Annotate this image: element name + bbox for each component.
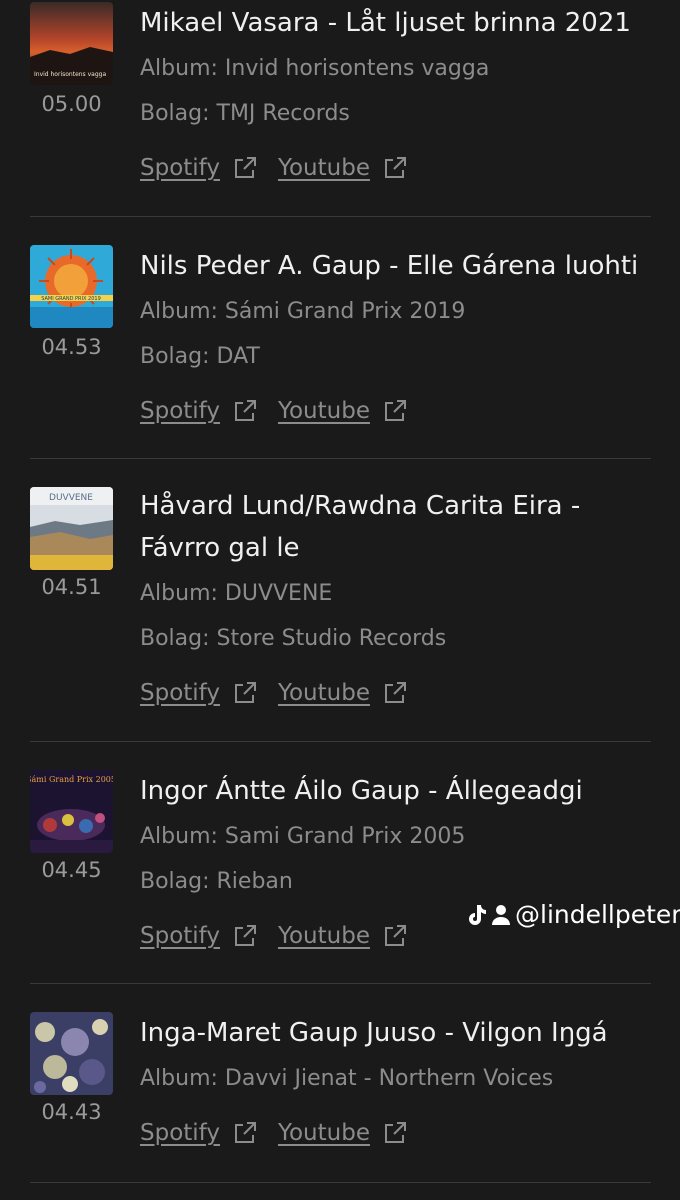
track-label: Bolag: TMJ Records (140, 101, 350, 126)
track-duration: 05.00 (41, 92, 102, 116)
cover-text: Invid horisontens vagga (34, 71, 106, 78)
track-item: SAMI GRAND PRIX 2019 04.53 Nils Peder A.… (0, 243, 680, 459)
track-title-line-1: Håvard Lund/Rawdna Carita Eira - (140, 491, 581, 521)
external-link-icon[interactable] (382, 1120, 408, 1146)
youtube-link[interactable]: Youtube (278, 680, 370, 706)
track-item: 04.43 Inga-Maret Gaup Juuso - Vilgon Iŋg… (0, 1010, 680, 1190)
cover-text: DUVVENE (49, 493, 93, 503)
divider (30, 1182, 651, 1183)
track-title: Inga-Maret Gaup Juuso - Vilgon Iŋgá (140, 1018, 608, 1048)
album-cover[interactable] (30, 1012, 113, 1095)
track-title: Nils Peder A. Gaup - Elle Gárena luohti (140, 251, 639, 281)
track-label: Bolag: Rieban (140, 869, 293, 894)
divider (30, 216, 651, 217)
external-link-icon[interactable] (232, 1120, 258, 1146)
youtube-link[interactable]: Youtube (278, 923, 370, 949)
track-item: DUVVENE 04.51 Håvard Lund/Rawdna Carita … (0, 485, 680, 741)
youtube-link[interactable]: Youtube (278, 155, 370, 181)
track-item: Invid horisontens vagga 05.00 Mikael Vas… (0, 0, 680, 216)
youtube-link[interactable]: Youtube (278, 398, 370, 424)
track-album: Album: DUVVENE (140, 581, 333, 606)
track-album: Album: Davvi Jienat - Northern Voices (140, 1066, 554, 1091)
tiktok-icon (465, 903, 487, 927)
spotify-link[interactable]: Spotify (140, 398, 220, 424)
track-links: Spotify Youtube (140, 398, 428, 424)
track-title: Ingor Ántte Áilo Gaup - Állegeadgi (140, 776, 583, 806)
album-cover[interactable]: Invid horisontens vagga (30, 2, 113, 85)
user-icon (491, 904, 511, 926)
cover-text: Sámi Grand Prix 2005 (30, 775, 113, 784)
watermark-handle: @lindellpeter (515, 900, 680, 929)
spotify-link[interactable]: Spotify (140, 155, 220, 181)
cover-text: SAMI GRAND PRIX 2019 (41, 296, 101, 302)
track-title: Håvard Lund/Rawdna Carita Eira - Fávrro … (140, 485, 640, 569)
track-duration: 04.51 (41, 575, 102, 599)
youtube-link[interactable]: Youtube (278, 1120, 370, 1146)
spotify-link[interactable]: Spotify (140, 923, 220, 949)
external-link-icon[interactable] (382, 923, 408, 949)
track-duration: 04.45 (41, 858, 102, 882)
track-label: Bolag: DAT (140, 344, 260, 369)
external-link-icon[interactable] (382, 155, 408, 181)
external-link-icon[interactable] (232, 155, 258, 181)
album-cover[interactable]: Sámi Grand Prix 2005 (30, 770, 113, 853)
track-album: Album: Invid horisontens vagga (140, 56, 490, 81)
album-cover[interactable]: DUVVENE (30, 487, 113, 570)
track-duration: 04.43 (41, 1100, 102, 1124)
external-link-icon[interactable] (232, 680, 258, 706)
track-links: Spotify Youtube (140, 680, 428, 706)
track-title-line-2: Fávrro gal le (140, 533, 300, 563)
external-link-icon[interactable] (232, 398, 258, 424)
track-title: Mikael Vasara - Låt ljuset brinna 2021 (140, 8, 631, 38)
divider (30, 458, 651, 459)
external-link-icon[interactable] (232, 923, 258, 949)
track-label: Bolag: Store Studio Records (140, 626, 447, 651)
tiktok-watermark: @lindellpeter (465, 900, 680, 929)
spotify-link[interactable]: Spotify (140, 1120, 220, 1146)
external-link-icon[interactable] (382, 398, 408, 424)
track-album: Album: Sami Grand Prix 2005 (140, 824, 466, 849)
divider (30, 983, 651, 984)
spotify-link[interactable]: Spotify (140, 680, 220, 706)
track-item: Sámi Grand Prix 2005 04.45 Ingor Ántte Á… (0, 768, 680, 983)
external-link-icon[interactable] (382, 680, 408, 706)
album-cover[interactable]: SAMI GRAND PRIX 2019 (30, 245, 113, 328)
divider (30, 741, 651, 742)
track-links: Spotify Youtube (140, 155, 428, 181)
track-duration: 04.53 (41, 335, 102, 359)
track-links: Spotify Youtube (140, 923, 428, 949)
track-album: Album: Sámi Grand Prix 2019 (140, 299, 466, 324)
track-links: Spotify Youtube (140, 1120, 428, 1146)
